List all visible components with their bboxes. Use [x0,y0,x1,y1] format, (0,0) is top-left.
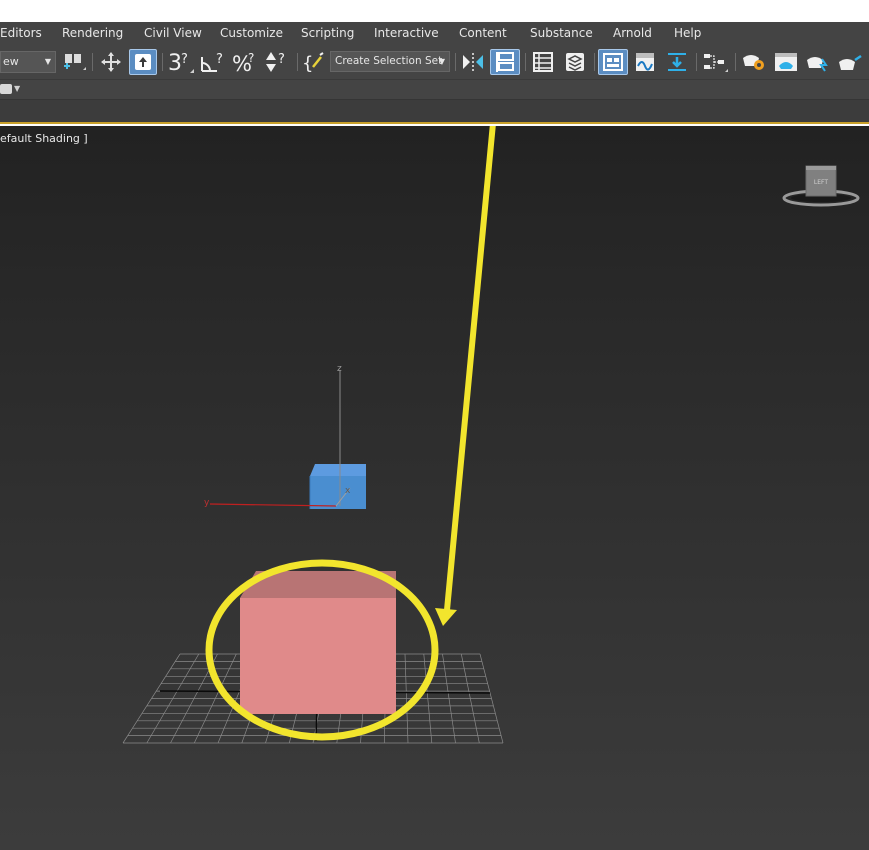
view-cube-face-label: LEFT [814,179,828,186]
annotation-arrow-line [444,126,496,611]
move-icon[interactable] [97,49,125,75]
edit-named-selections-icon[interactable]: { [301,49,329,75]
snap-3d-icon[interactable]: 3? [166,49,196,75]
menu-substance[interactable]: Substance [530,26,593,40]
ribbon-panel [0,100,869,124]
z-axis-label: z [337,364,342,374]
viewport-shading-label[interactable]: efault Shading ] [0,132,88,145]
render-setup-icon[interactable] [771,49,801,75]
toggle-ribbon-icon[interactable] [598,49,628,75]
menu-content[interactable]: Content [459,26,507,40]
reference-coordinate-value: ew [3,55,19,68]
scene-explorer-icon[interactable] [529,49,557,75]
chevron-down-icon: ▼ [438,57,445,66]
secondary-toolbar: ▼ [0,80,869,100]
toolbar-separator [455,53,456,71]
blue-box[interactable] [309,464,366,509]
pink-box[interactable] [240,571,396,714]
svg-text:?: ? [248,51,254,65]
toolbar-separator [92,53,93,71]
schematic-view-icon[interactable] [700,49,730,75]
layer-explorer-icon[interactable] [561,49,589,75]
annotation-arrowhead [435,608,457,626]
svg-text:{: { [302,53,313,74]
select-and-link-icon[interactable] [60,49,88,75]
select-object-icon[interactable] [129,49,157,75]
render-production-icon[interactable] [835,49,865,75]
toolbar-separator [696,53,697,71]
menu-help[interactable]: Help [674,26,701,40]
spinner-snap-icon[interactable]: ? [263,49,293,75]
menu-rendering[interactable]: Rendering [62,26,123,40]
selection-set-text: Create Selection Set [335,55,443,67]
viewport-scene: z y x LEFT [122,126,860,744]
svg-text:?: ? [216,52,223,67]
toolbar-separator [297,53,298,71]
menu-bar: Editors Rendering Civil View Customize S… [0,22,869,44]
menu-scripting[interactable]: Scripting [301,26,354,40]
angle-snap-icon[interactable]: ? [199,49,229,75]
dope-sheet-icon[interactable] [663,49,691,75]
view-cube[interactable]: LEFT [782,165,860,207]
toolbar-separator [525,53,526,71]
menu-arnold[interactable]: Arnold [613,26,652,40]
main-toolbar: ew ▼ 3? ? %? ? { Create Selection Set ▼ [0,44,869,80]
x-axis-label: x [345,486,351,496]
window-top-edge [0,0,869,22]
menu-customize[interactable]: Customize [220,26,283,40]
menu-civil-view[interactable]: Civil View [144,26,202,40]
svg-text:?: ? [181,52,188,67]
perspective-viewport[interactable]: z y x LEFT efault Shading ] [0,126,869,850]
reference-coordinate-dropdown[interactable]: ew ▼ [0,51,56,73]
selection-set-dropdown[interactable]: Create Selection Set ▼ [330,51,450,72]
align-icon[interactable] [490,49,520,75]
svg-text:3: 3 [168,51,182,75]
percent-snap-icon[interactable]: %? [231,49,261,75]
toolbar-separator [162,53,163,71]
toolbar-separator [594,53,595,71]
viewport-layout-icon[interactable] [0,84,12,94]
y-axis-label: y [204,498,210,508]
mirror-icon[interactable] [459,49,487,75]
material-editor-icon[interactable] [739,49,769,75]
chevron-down-icon[interactable]: ▼ [14,84,20,93]
curve-editor-icon[interactable] [631,49,659,75]
toolbar-separator [735,53,736,71]
menu-editors[interactable]: Editors [0,26,42,40]
chevron-down-icon: ▼ [44,57,51,66]
svg-text:?: ? [278,52,285,67]
menu-interactive[interactable]: Interactive [374,26,439,40]
rendered-frame-icon[interactable] [803,49,833,75]
